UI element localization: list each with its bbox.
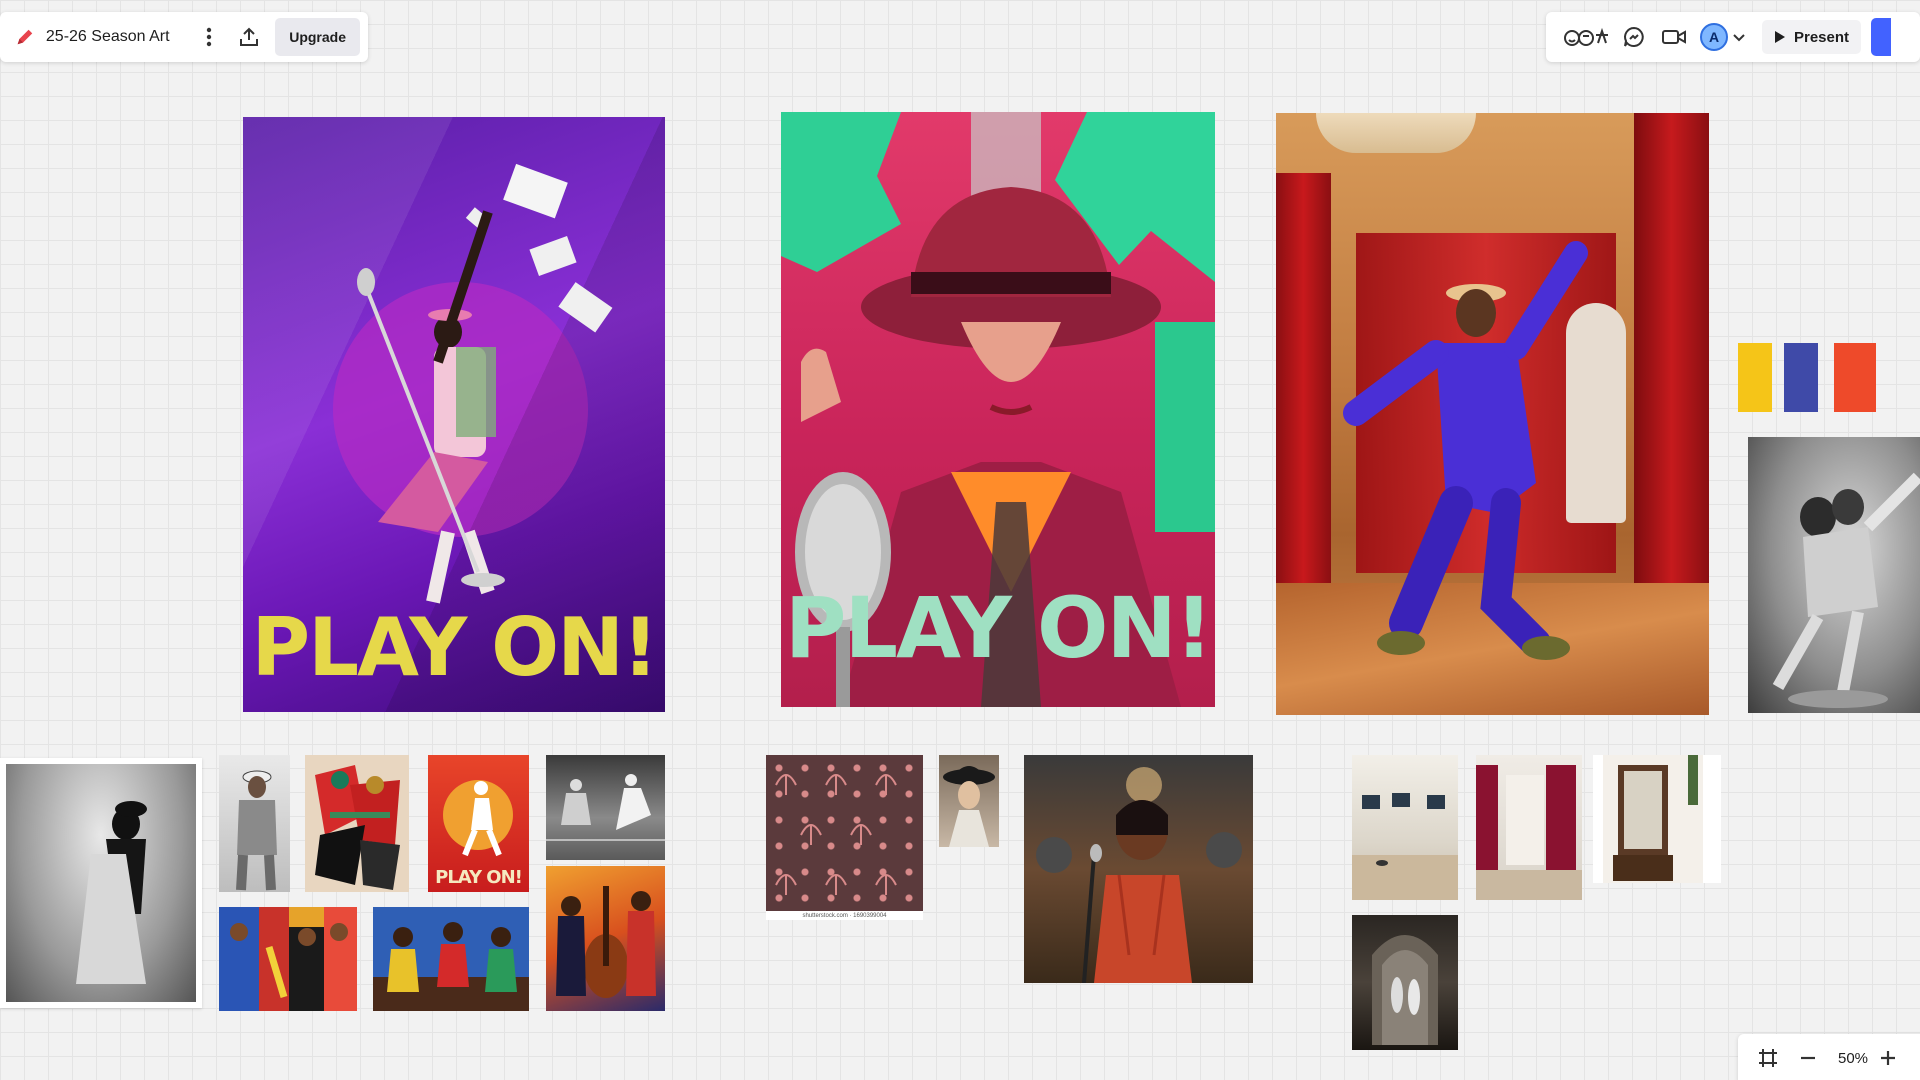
photo-woman-hat[interactable] xyxy=(939,755,999,847)
jazz-band-figures xyxy=(219,907,357,1011)
couple-silhouette xyxy=(76,801,147,984)
play-icon xyxy=(1775,31,1785,43)
swatch-red[interactable] xyxy=(1834,343,1876,412)
art-jazz-band-colorful[interactable] xyxy=(219,907,357,1011)
zoom-toolbar: 50% xyxy=(1738,1034,1920,1080)
avatar[interactable]: A xyxy=(1700,23,1728,51)
photo-red-curtain-room[interactable] xyxy=(1476,755,1582,900)
photo-antique-mirror[interactable] xyxy=(1593,755,1721,883)
zoom-in-icon[interactable] xyxy=(1878,1038,1898,1078)
poster-purple[interactable]: PLAY ON! xyxy=(243,117,665,712)
woman-hat-silhouette xyxy=(943,766,995,847)
zoom-out-icon[interactable] xyxy=(1788,1038,1828,1078)
poster-blue-suit-dancer[interactable] xyxy=(1276,113,1709,715)
vintage-interior xyxy=(1372,935,1438,1045)
art-bass-player[interactable] xyxy=(546,866,665,1011)
man-silhouette xyxy=(236,770,277,891)
photo-bw-swing-dancers[interactable] xyxy=(546,755,665,860)
art-cubist-dancers[interactable] xyxy=(305,755,409,892)
blue-suit-figure xyxy=(1343,241,1588,660)
art-singer-with-microphone[interactable] xyxy=(1024,755,1253,983)
antler-pattern xyxy=(775,774,897,895)
poster-title: PLAY ON! xyxy=(251,601,658,694)
collaborators[interactable]: A xyxy=(1700,23,1750,51)
zoom-level[interactable]: 50% xyxy=(1828,1050,1878,1067)
board-toolbar: 25-26 Season Art Upgrade xyxy=(0,12,368,62)
share-button[interactable] xyxy=(1871,18,1892,56)
fit-to-screen-icon[interactable] xyxy=(1748,1038,1788,1078)
poster-fedora[interactable]: PLAY ON! xyxy=(781,112,1215,707)
board-title[interactable]: 25-26 Season Art xyxy=(46,28,170,46)
dancers-silhouette xyxy=(1772,472,1920,708)
red-curtain-room xyxy=(1476,765,1582,900)
pattern-antlers[interactable]: shutterstock.com · 1690399004 xyxy=(766,755,923,920)
art-jazz-players-painting[interactable] xyxy=(373,907,529,1011)
chevron-down-icon[interactable] xyxy=(1728,26,1750,48)
jazz-players-figures xyxy=(373,922,529,1011)
small-poster-title: PLAY ON! xyxy=(435,867,523,888)
poster-title: PLAY ON! xyxy=(784,579,1213,677)
photo-vintage-dancers[interactable] xyxy=(1748,437,1920,713)
video-call-icon[interactable] xyxy=(1654,17,1694,57)
export-icon[interactable] xyxy=(229,17,269,57)
small-dancer xyxy=(462,781,502,857)
photo-studio-room-mirrors[interactable] xyxy=(1352,755,1458,900)
bass-figures xyxy=(556,886,656,998)
chat-icon[interactable] xyxy=(1614,17,1654,57)
photo-bw-couple-dance[interactable] xyxy=(0,758,202,1008)
pen-logo-icon[interactable] xyxy=(14,26,36,48)
cubist-figures xyxy=(315,765,400,890)
dancer-figure xyxy=(357,163,613,604)
reactions-icon[interactable] xyxy=(1560,17,1614,57)
present-label: Present xyxy=(1794,28,1850,46)
present-button[interactable]: Present xyxy=(1762,20,1862,54)
photo-vintage-man-suit[interactable] xyxy=(219,755,290,892)
studio-room xyxy=(1352,793,1458,900)
pattern-caption: shutterstock.com · 1690399004 xyxy=(802,913,887,919)
more-options-icon[interactable] xyxy=(190,17,230,57)
swatch-blue[interactable] xyxy=(1784,343,1818,412)
swatch-yellow[interactable] xyxy=(1738,343,1772,412)
upgrade-button[interactable]: Upgrade xyxy=(275,18,360,56)
swing-dancers-silhouette xyxy=(546,774,665,841)
singer-figure-small xyxy=(1036,767,1242,983)
photo-vintage-interior[interactable] xyxy=(1352,915,1458,1050)
antique-mirror xyxy=(1603,755,1703,883)
poster-small-play-on[interactable]: PLAY ON! xyxy=(428,755,529,892)
collaboration-toolbar: A Present xyxy=(1546,12,1920,62)
